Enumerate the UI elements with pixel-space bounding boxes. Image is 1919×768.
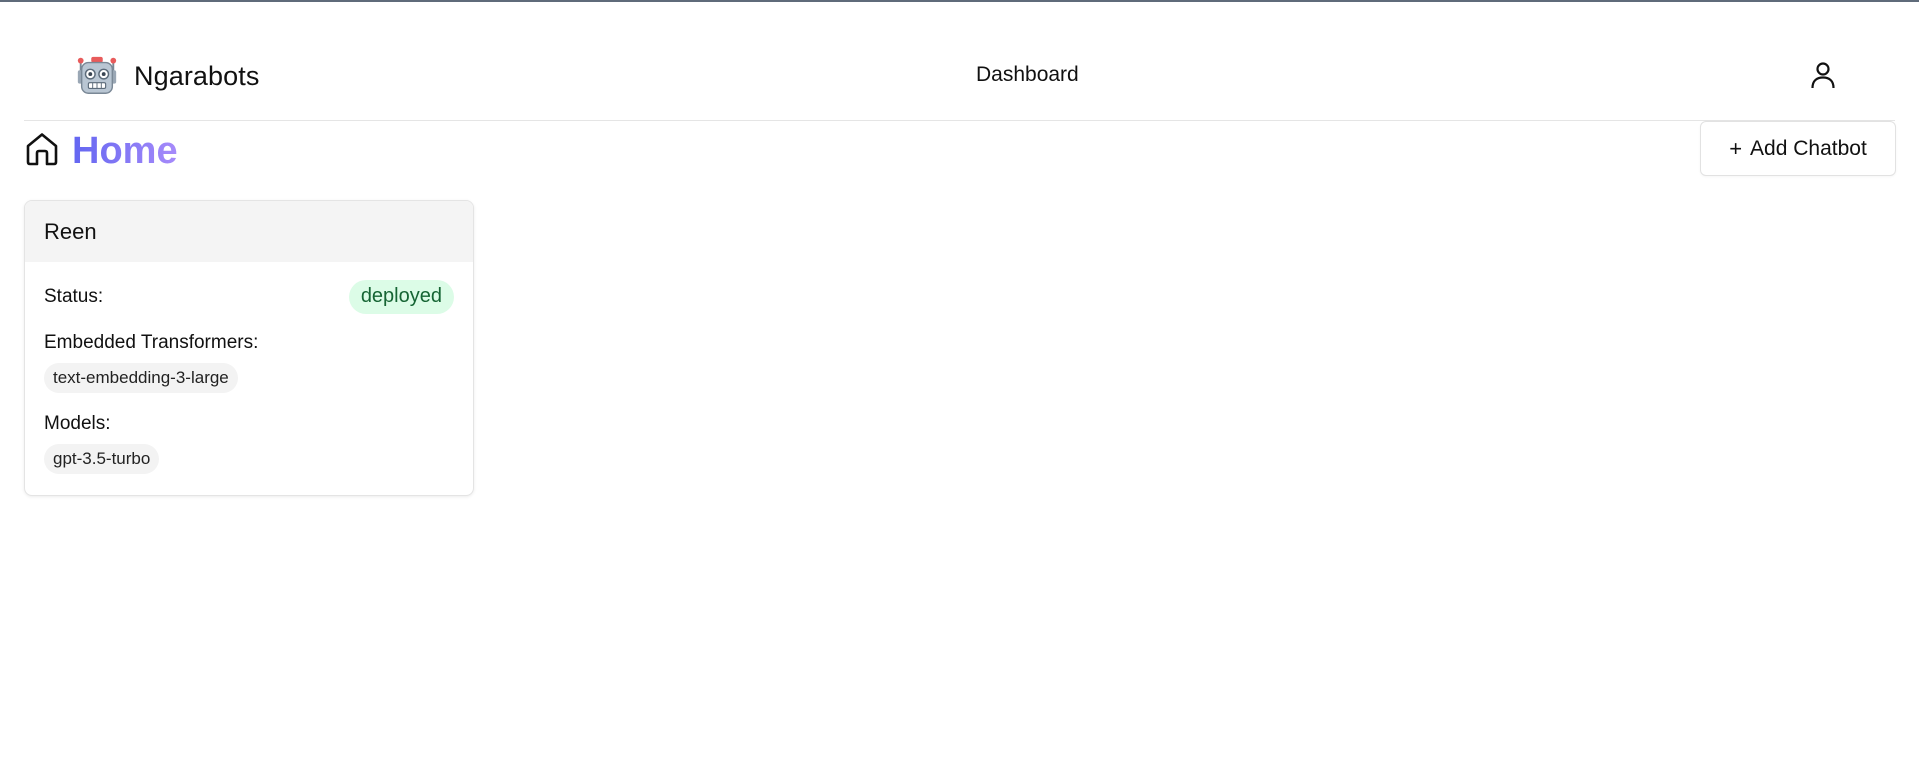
embedded-transformers-label: Embedded Transformers: <box>44 332 259 353</box>
embedded-transformer-chip: text-embedding-3-large <box>44 363 238 393</box>
add-chatbot-label: Add Chatbot <box>1750 136 1867 160</box>
brand-name: Ngarabots <box>134 60 260 91</box>
brand[interactable]: Ngarabots <box>74 52 259 100</box>
add-chatbot-button[interactable]: + Add Chatbot <box>1700 121 1896 176</box>
models-label: Models: <box>44 413 111 434</box>
status-label: Status: <box>44 285 104 307</box>
top-navbar: Ngarabots Dashboard <box>24 2 1895 121</box>
user-icon <box>1811 62 1835 89</box>
robot-icon <box>77 56 117 94</box>
user-menu-button[interactable] <box>1806 58 1840 92</box>
page-title: Home <box>72 127 178 175</box>
plus-icon: + <box>1729 135 1743 161</box>
nav-link-dashboard[interactable]: Dashboard <box>976 63 1079 87</box>
chatbot-name: Reen <box>25 201 473 262</box>
model-chip: gpt-3.5-turbo <box>44 444 160 474</box>
status-row: Status: deployed <box>44 279 454 314</box>
home-icon <box>26 133 58 166</box>
status-badge: deployed <box>348 279 454 314</box>
chatbot-card[interactable]: Reen Status: deployed Embedded Transform… <box>24 200 474 496</box>
